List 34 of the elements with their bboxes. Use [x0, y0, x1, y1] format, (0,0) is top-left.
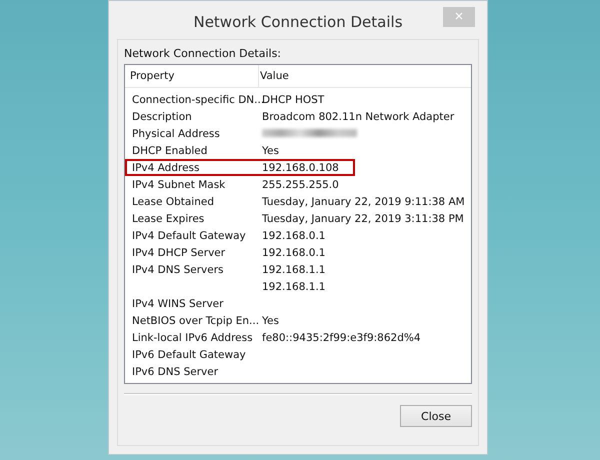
value-cell: 192.168.0.1: [262, 230, 326, 242]
value-cell: Yes: [262, 144, 279, 156]
close-dialog-button[interactable]: Close: [400, 405, 472, 427]
value-cell: Broadcom 802.11n Network Adapter: [262, 110, 454, 122]
property-cell: Connection-specific DN...: [132, 94, 264, 106]
property-cell: Link-local IPv6 Address: [132, 332, 253, 344]
value-cell: 192.168.0.108: [262, 162, 339, 174]
column-header[interactable]: Property: [125, 65, 259, 87]
value-cell: Tuesday, January 22, 2019 9:11:38 AM: [262, 196, 465, 208]
value-cell: fe80::9435:2f99:e3f9:862d%4: [262, 332, 421, 344]
property-cell: IPv4 DHCP Server: [132, 246, 226, 258]
property-cell: Description: [132, 110, 192, 122]
property-cell: IPv4 DNS Servers: [132, 264, 224, 276]
property-cell: Physical Address: [132, 128, 220, 140]
property-cell: DHCP Enabled: [132, 144, 208, 156]
value-cell: 192.168.1.1: [262, 280, 326, 292]
property-cell: NetBIOS over Tcpip En...: [132, 314, 260, 326]
value-cell: 192.168.1.1: [262, 264, 326, 276]
property-cell: IPv4 WINS Server: [132, 298, 224, 310]
property-cell: IPv4 Address: [132, 162, 200, 174]
property-cell: IPv6 DNS Server: [132, 366, 218, 378]
property-cell: IPv4 Default Gateway: [132, 230, 246, 242]
property-cell: Lease Obtained: [132, 196, 214, 208]
column-header[interactable]: Value: [259, 65, 459, 87]
value-cell: Tuesday, January 22, 2019 3:11:38 PM: [262, 212, 464, 224]
window-title: Network Connection Details: [193, 13, 403, 31]
group-label: Network Connection Details:: [124, 47, 282, 60]
value-cell: Yes: [262, 314, 279, 326]
property-cell: IPv6 Default Gateway: [132, 348, 246, 360]
value-cell: 255.255.255.0: [262, 178, 339, 190]
property-cell: Lease Expires: [132, 212, 204, 224]
property-cell: IPv4 Subnet Mask: [132, 178, 226, 190]
value-cell: 192.168.0.1: [262, 246, 326, 258]
value-cell: DHCP HOST: [262, 94, 324, 106]
